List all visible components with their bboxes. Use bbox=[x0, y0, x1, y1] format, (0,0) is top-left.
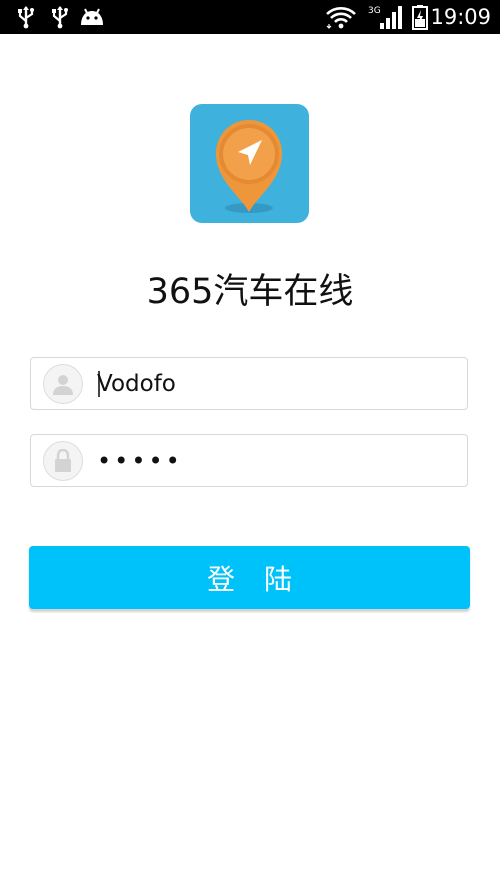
battery-charging-icon bbox=[410, 0, 430, 34]
signal-icon: 3G bbox=[366, 0, 406, 34]
user-icon bbox=[43, 364, 83, 404]
username-input[interactable] bbox=[97, 358, 457, 409]
username-field[interactable] bbox=[30, 357, 468, 410]
app-logo bbox=[190, 104, 309, 223]
location-pin-navigation-icon bbox=[216, 120, 282, 213]
android-icon bbox=[78, 0, 106, 34]
lock-icon bbox=[43, 441, 83, 481]
wifi-icon bbox=[324, 0, 358, 34]
usb-icon bbox=[48, 0, 72, 34]
password-field[interactable] bbox=[30, 434, 468, 487]
status-time: 19:09 bbox=[430, 5, 491, 29]
password-input[interactable] bbox=[97, 435, 457, 486]
app-title: 365汽车在线 bbox=[146, 272, 354, 312]
login-button[interactable]: 登 陆 bbox=[29, 546, 470, 609]
usb-icon bbox=[14, 0, 38, 34]
status-bar: 3G 19:09 bbox=[0, 0, 500, 34]
network-type-label: 3G bbox=[368, 6, 381, 16]
